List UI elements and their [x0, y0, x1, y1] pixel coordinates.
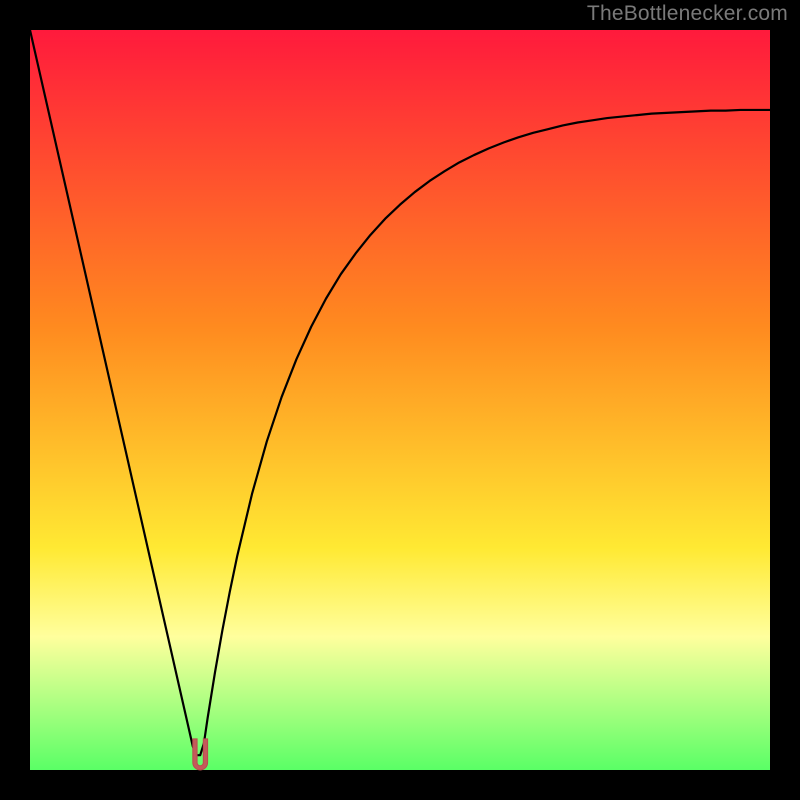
- gradient-background: [30, 30, 770, 770]
- bottleneck-chart: [0, 0, 800, 800]
- chart-frame: TheBottlenecker.com: [0, 0, 800, 800]
- attribution-label: TheBottlenecker.com: [587, 2, 788, 26]
